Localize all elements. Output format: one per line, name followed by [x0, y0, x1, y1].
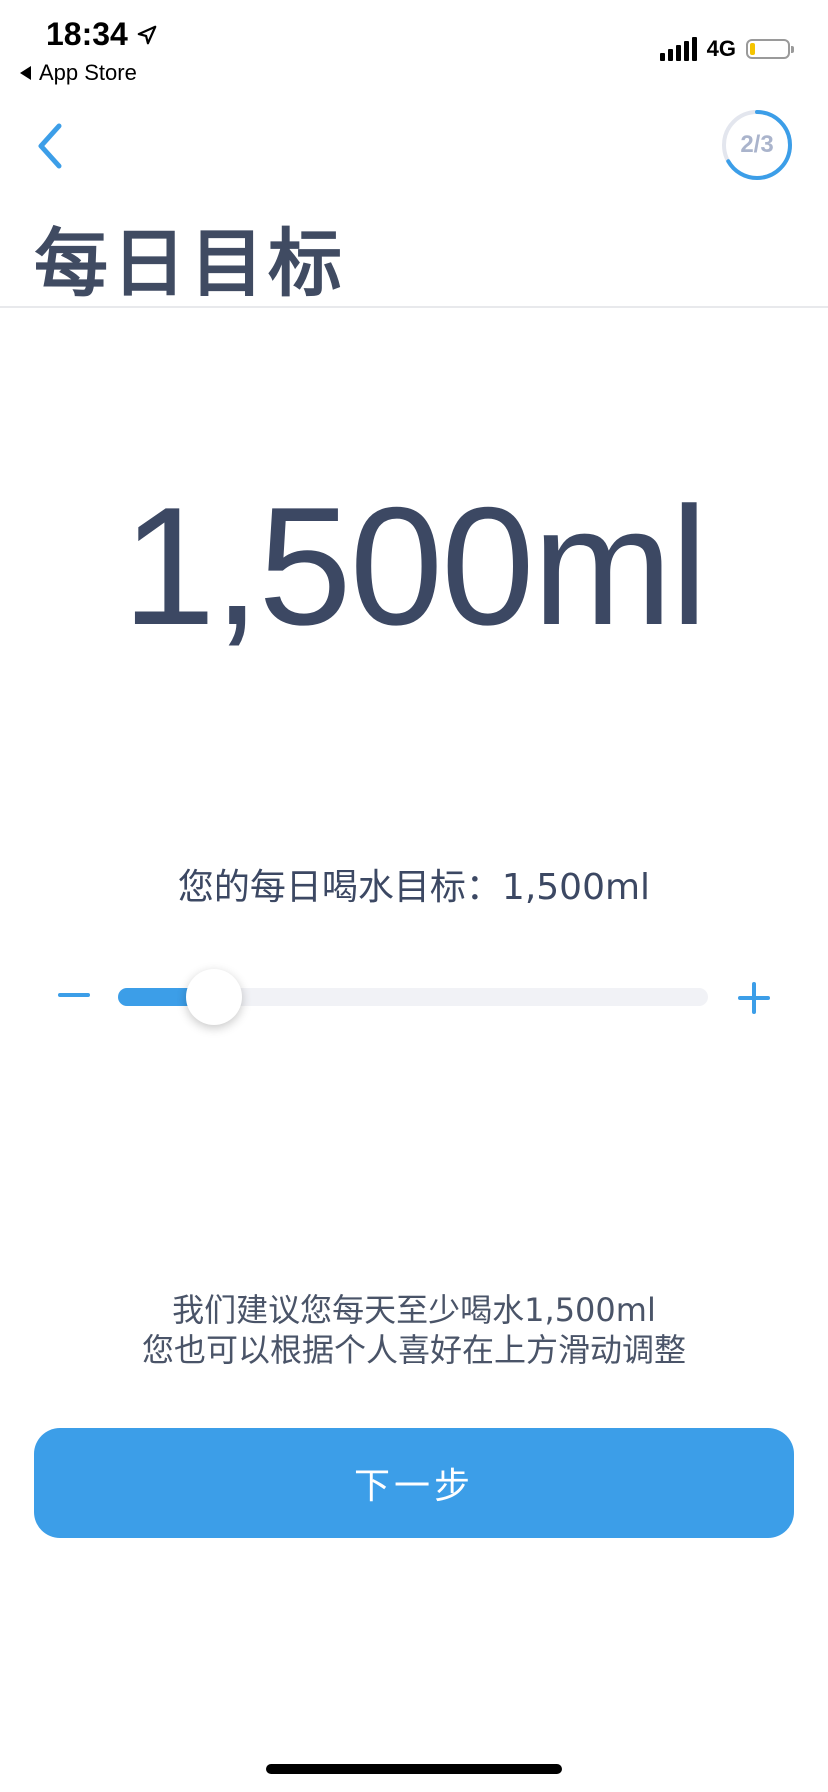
- battery-icon: [746, 39, 794, 59]
- cell-signal-icon: [659, 37, 697, 61]
- header-divider: [0, 306, 828, 308]
- chevron-left-icon: [38, 123, 62, 169]
- slider-thumb[interactable]: [186, 969, 242, 1025]
- goal-slider[interactable]: [118, 969, 708, 1025]
- back-triangle-icon: [20, 66, 31, 80]
- step-progress-indicator: 2/3: [720, 108, 794, 182]
- daily-goal-value: 1,500ml: [122, 472, 708, 660]
- network-type: 4G: [706, 36, 736, 61]
- back-app-label: App Store: [39, 60, 137, 85]
- hint-line-1: 我们建议您每天至少喝水1,500ml: [172, 1291, 656, 1329]
- next-step-button[interactable]: 下一步: [34, 1428, 794, 1538]
- goal-slider-row: [0, 950, 828, 1040]
- home-indicator[interactable]: [266, 1764, 562, 1774]
- decrease-button[interactable]: [52, 976, 96, 1016]
- recommendation-hint: 我们建议您每天至少喝水1,500ml 您也可以根据个人喜好在上方滑动调整: [0, 1290, 828, 1370]
- battery-level: [750, 43, 755, 55]
- status-time: 18:34: [46, 16, 158, 53]
- back-button[interactable]: [28, 118, 72, 174]
- hint-line-2: 您也可以根据个人喜好在上方滑动调整: [141, 1331, 686, 1369]
- time-label: 18:34: [46, 16, 128, 52]
- back-to-app-store[interactable]: App Store: [20, 60, 137, 86]
- step-label: 2/3: [740, 131, 774, 158]
- daily-goal-label: 您的每日喝水目标：1,500ml: [177, 867, 651, 908]
- minus-icon: [58, 993, 90, 997]
- status-indicators: 4G: [659, 36, 794, 62]
- increase-button[interactable]: [732, 976, 776, 1020]
- page-title: 每日目标: [34, 221, 346, 307]
- plus-icon-vertical: [752, 982, 756, 1014]
- location-arrow-icon: [137, 25, 157, 44]
